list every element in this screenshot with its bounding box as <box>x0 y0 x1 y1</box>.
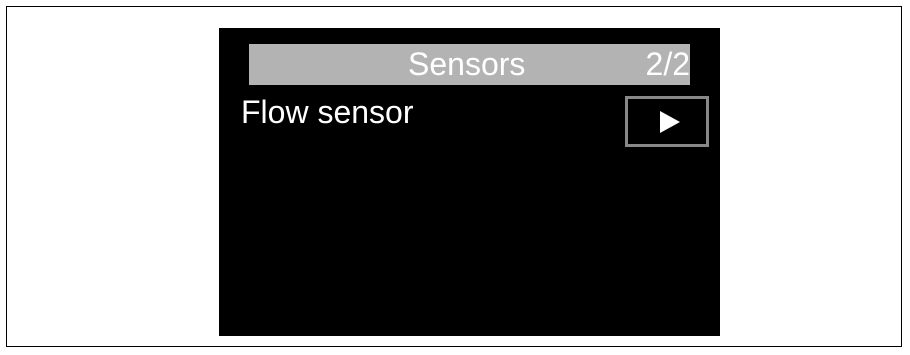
play-arrow-icon <box>660 111 680 133</box>
enter-button[interactable] <box>625 96 709 147</box>
screen-header: Sensors 2/2 <box>249 44 690 85</box>
menu-item-flow-sensor[interactable]: Flow sensor <box>241 92 414 132</box>
page-indicator: 2/2 <box>645 46 690 82</box>
figure-frame: Sensors 2/2 Flow sensor <box>6 6 902 347</box>
device-screen: Sensors 2/2 Flow sensor <box>219 28 720 336</box>
header-title: Sensors <box>408 46 526 82</box>
